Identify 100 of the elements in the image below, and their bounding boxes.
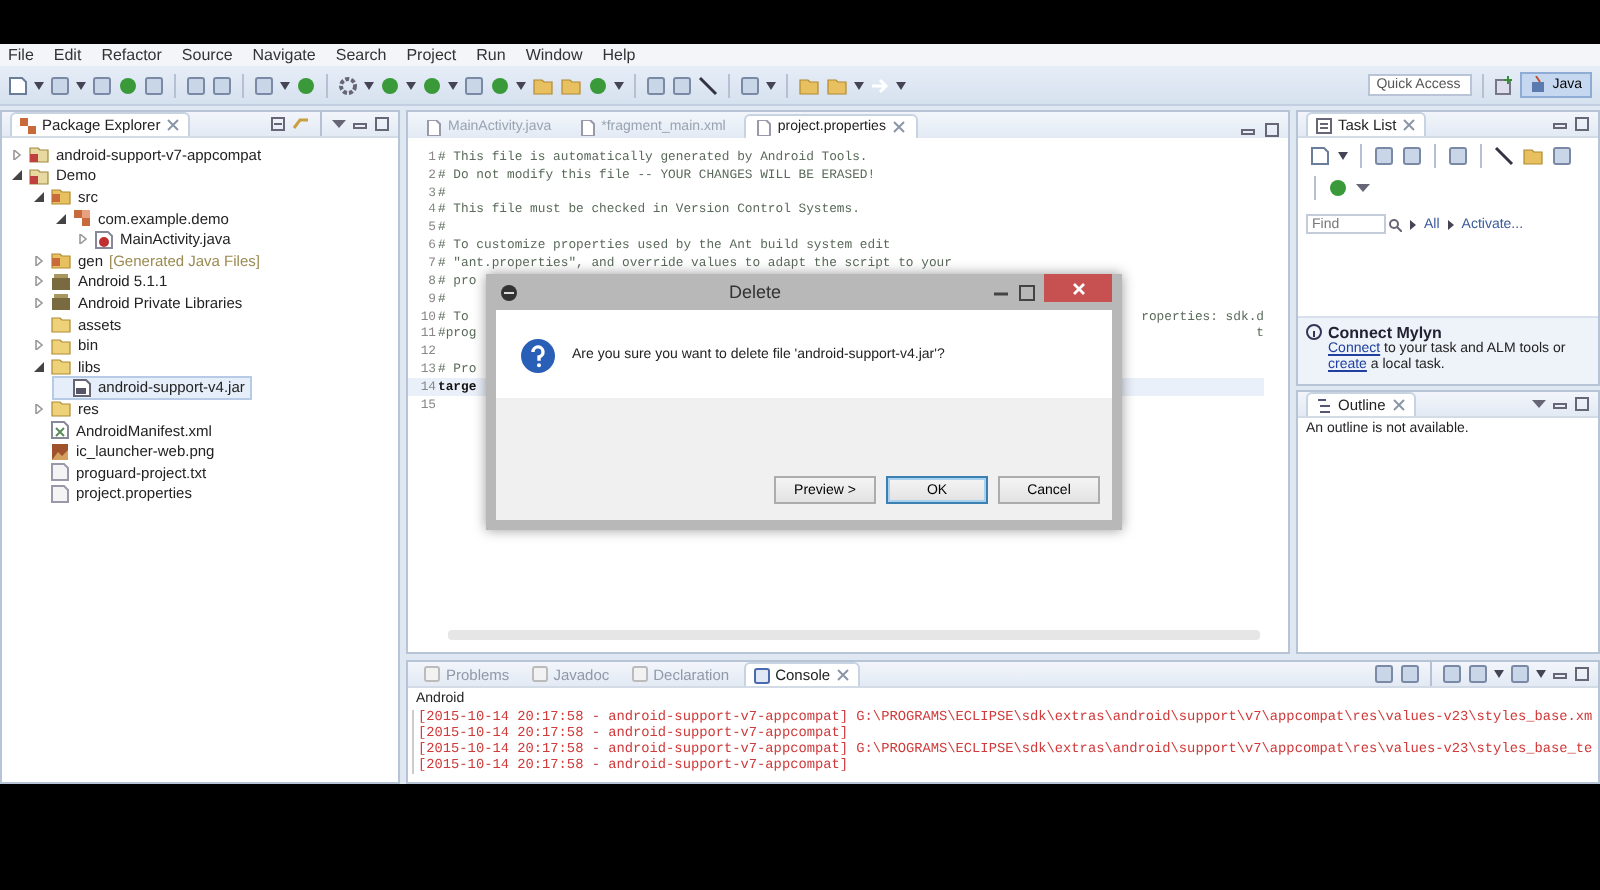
caret-icon[interactable] (896, 81, 906, 89)
menu-item[interactable]: Refactor (101, 46, 162, 64)
folder-icon[interactable] (798, 75, 820, 95)
menu-item[interactable]: Source (181, 46, 233, 64)
pen-icon[interactable] (1494, 146, 1514, 166)
expanded-arrow-icon[interactable] (33, 361, 43, 372)
close-icon[interactable] (891, 120, 906, 134)
menu-item[interactable]: Navigate (252, 46, 316, 64)
square-icon[interactable] (144, 75, 164, 95)
menu-item[interactable]: Window (525, 46, 583, 64)
java-file-icon (94, 229, 114, 250)
close-icon[interactable] (166, 118, 181, 132)
caret-icon[interactable] (1536, 670, 1546, 678)
collapsed-arrow-icon[interactable] (33, 276, 43, 287)
maximize-icon[interactable] (1264, 122, 1280, 138)
square-icon[interactable] (212, 75, 232, 95)
view-menu-icon[interactable] (332, 119, 346, 129)
maximize-icon[interactable] (374, 116, 390, 132)
collapsed-arrow-icon[interactable] (33, 340, 43, 351)
gear-icon[interactable] (338, 75, 358, 95)
view-menu-icon[interactable] (1356, 183, 1370, 193)
scrollbar[interactable] (448, 630, 1260, 640)
maximize-icon[interactable] (1574, 116, 1590, 132)
package-icon (20, 117, 36, 133)
collapsed-arrow-icon[interactable] (33, 297, 43, 308)
caret-icon[interactable] (76, 81, 86, 89)
collapsed-arrow-icon[interactable] (77, 234, 87, 245)
square-icon[interactable] (1448, 146, 1468, 166)
square-icon[interactable] (1374, 146, 1394, 166)
square-icon[interactable] (1442, 664, 1462, 684)
caret-icon[interactable] (1494, 670, 1504, 678)
maximize-icon[interactable] (1574, 666, 1590, 682)
file-icon (426, 119, 442, 135)
window-menu-icon[interactable] (500, 283, 518, 301)
minimize-icon[interactable] (1552, 117, 1568, 131)
collapsed-arrow-icon[interactable] (11, 149, 21, 160)
expanded-arrow-icon[interactable] (11, 170, 21, 181)
collapse-all-icon[interactable] (270, 116, 286, 132)
menu-item[interactable]: Edit (53, 46, 82, 64)
expanded-arrow-icon[interactable] (55, 213, 65, 224)
folder-icon[interactable] (1522, 146, 1544, 166)
search-icon[interactable] (1388, 217, 1402, 231)
caret-icon[interactable] (766, 81, 776, 89)
link-icon[interactable] (292, 116, 310, 132)
outline-icon (1316, 397, 1332, 413)
text-file-icon (50, 462, 70, 483)
square-icon[interactable] (1552, 146, 1572, 166)
mylyn-title: Connect Mylyn (1328, 323, 1442, 341)
view-menu-icon[interactable] (1532, 399, 1546, 409)
minimize-icon[interactable] (1552, 667, 1568, 681)
minimize-icon[interactable] (352, 117, 368, 131)
menu-item[interactable]: Project (406, 46, 457, 64)
square-icon[interactable] (1400, 664, 1420, 684)
pen-icon[interactable] (698, 75, 718, 95)
caret-icon[interactable] (280, 81, 290, 89)
minimize-icon[interactable] (1240, 124, 1256, 138)
square-icon[interactable] (1374, 664, 1394, 684)
folder-icon (50, 335, 72, 356)
folder-icon (50, 314, 72, 335)
close-icon[interactable] (1402, 118, 1417, 132)
menu-item[interactable]: Run (476, 46, 506, 64)
maximize-icon[interactable] (1018, 283, 1036, 301)
caret-icon[interactable] (406, 81, 416, 89)
caret-icon[interactable] (1410, 219, 1416, 229)
folder-icon[interactable] (560, 75, 582, 95)
file-icon (755, 119, 772, 135)
collapsed-arrow-icon[interactable] (33, 403, 43, 414)
caret-icon[interactable] (448, 81, 458, 89)
close-icon[interactable] (1391, 398, 1406, 412)
minimize-icon[interactable] (1552, 397, 1568, 411)
menu-item[interactable]: File (8, 46, 34, 64)
close-icon (1071, 281, 1085, 295)
expanded-arrow-icon[interactable] (33, 191, 43, 202)
dialog-title: Delete (726, 282, 783, 302)
caret-icon[interactable] (364, 81, 374, 89)
close-button[interactable] (1044, 274, 1112, 302)
maximize-icon[interactable] (1574, 396, 1590, 412)
square-icon[interactable] (646, 75, 666, 95)
console-icon (631, 666, 648, 682)
open-perspective-icon[interactable] (1494, 75, 1515, 95)
caret-icon[interactable] (614, 81, 624, 89)
console-icon (424, 666, 440, 682)
collapsed-arrow-icon[interactable] (33, 255, 43, 266)
caret-icon[interactable] (854, 81, 864, 89)
circle-icon[interactable] (118, 75, 138, 95)
circle-icon[interactable] (1328, 178, 1348, 198)
caret-icon[interactable] (1447, 219, 1454, 229)
close-icon[interactable] (836, 668, 851, 682)
square-icon[interactable] (1402, 146, 1422, 166)
caret-icon[interactable] (1338, 152, 1348, 160)
caret-icon[interactable] (516, 81, 526, 89)
menu-item[interactable]: Search (335, 46, 387, 64)
menu-item[interactable]: Help (602, 46, 636, 64)
caret-icon[interactable] (34, 81, 44, 89)
project-icon (28, 144, 50, 165)
page-icon[interactable] (1310, 146, 1330, 166)
square-icon[interactable] (186, 75, 206, 95)
page-icon[interactable] (8, 75, 28, 95)
console-icon (531, 666, 548, 682)
file-icon (579, 119, 596, 135)
